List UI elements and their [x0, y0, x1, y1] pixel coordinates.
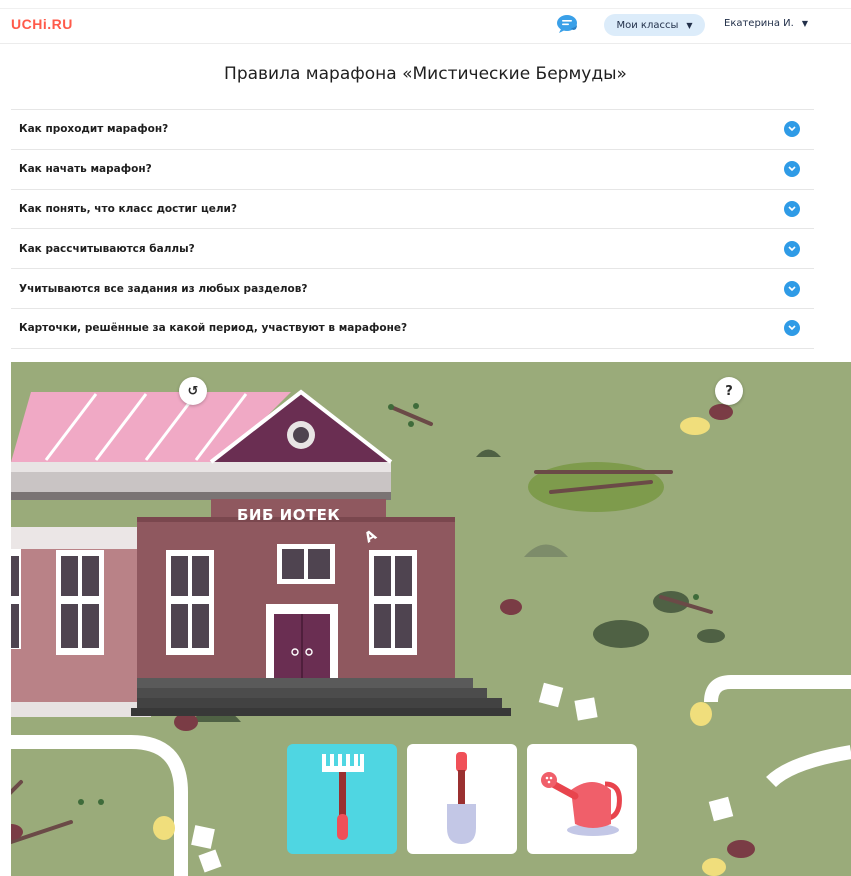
my-classes-dropdown[interactable]: Мои классы ▼	[604, 14, 705, 36]
user-menu[interactable]: Екатерина И. ▼	[724, 18, 808, 29]
faq-question: Как понять, что класс достиг цели?	[19, 202, 237, 215]
header-divider	[0, 8, 851, 9]
chevron-down-icon[interactable]	[784, 240, 800, 257]
faq-question: Как проходит марафон?	[19, 123, 169, 136]
chevron-down-icon[interactable]	[784, 280, 800, 297]
faq-item[interactable]: Учитываются все задания из любых раздело…	[11, 269, 814, 309]
faq-item[interactable]: Как понять, что класс достиг цели?	[11, 190, 814, 230]
chevron-down-icon: ▼	[801, 19, 808, 28]
help-button[interactable]: ?	[715, 377, 743, 405]
tool-card-shovel[interactable]	[407, 744, 517, 854]
shovel-icon	[447, 752, 476, 844]
my-classes-label: Мои классы	[616, 19, 679, 31]
undo-button[interactable]: ↺	[179, 377, 207, 405]
tool-card-rake[interactable]	[287, 744, 397, 854]
faq-question: Учитываются все задания из любых раздело…	[19, 282, 308, 295]
faq-question: Карточки, решённые за какой период, учас…	[19, 322, 408, 335]
game-scene[interactable]: А БИБ ИОТЕК ↺ ?	[11, 362, 851, 876]
faq-item[interactable]: Как рассчитываются баллы?	[11, 229, 814, 270]
chat-icon[interactable]	[555, 14, 579, 34]
tool-card-watering-can[interactable]	[527, 744, 637, 854]
chevron-down-icon[interactable]	[784, 121, 800, 138]
top-header: UCHi.RU Мои классы ▼ Екатерина И. ▼	[0, 0, 851, 44]
rake-icon	[322, 754, 364, 840]
help-icon: ?	[725, 383, 733, 399]
library-sign: БИБ ИОТЕК	[237, 506, 341, 524]
faq-item[interactable]: Карточки, решённые за какой период, учас…	[11, 309, 814, 349]
faq-question: Как рассчитываются баллы?	[19, 242, 195, 255]
chevron-down-icon[interactable]	[784, 200, 800, 217]
user-name: Екатерина И.	[724, 18, 794, 29]
uchi-logo[interactable]: UCHi.RU	[11, 16, 73, 32]
faq-item[interactable]: Как проходит марафон?	[11, 110, 814, 150]
chevron-down-icon[interactable]	[784, 320, 800, 337]
undo-icon: ↺	[187, 383, 199, 399]
faq-item[interactable]: Как начать марафон?	[11, 150, 814, 190]
watering-can-icon	[541, 772, 622, 836]
chevron-down-icon[interactable]	[784, 161, 800, 178]
faq-question: Как начать марафон?	[19, 163, 152, 176]
chevron-down-icon: ▼	[686, 20, 693, 30]
library-building: А	[11, 389, 511, 717]
page-title: Правила марафона «Мистические Бермуды»	[224, 64, 627, 84]
faq-list: Как проходит марафон? Как начать марафон…	[11, 109, 814, 349]
